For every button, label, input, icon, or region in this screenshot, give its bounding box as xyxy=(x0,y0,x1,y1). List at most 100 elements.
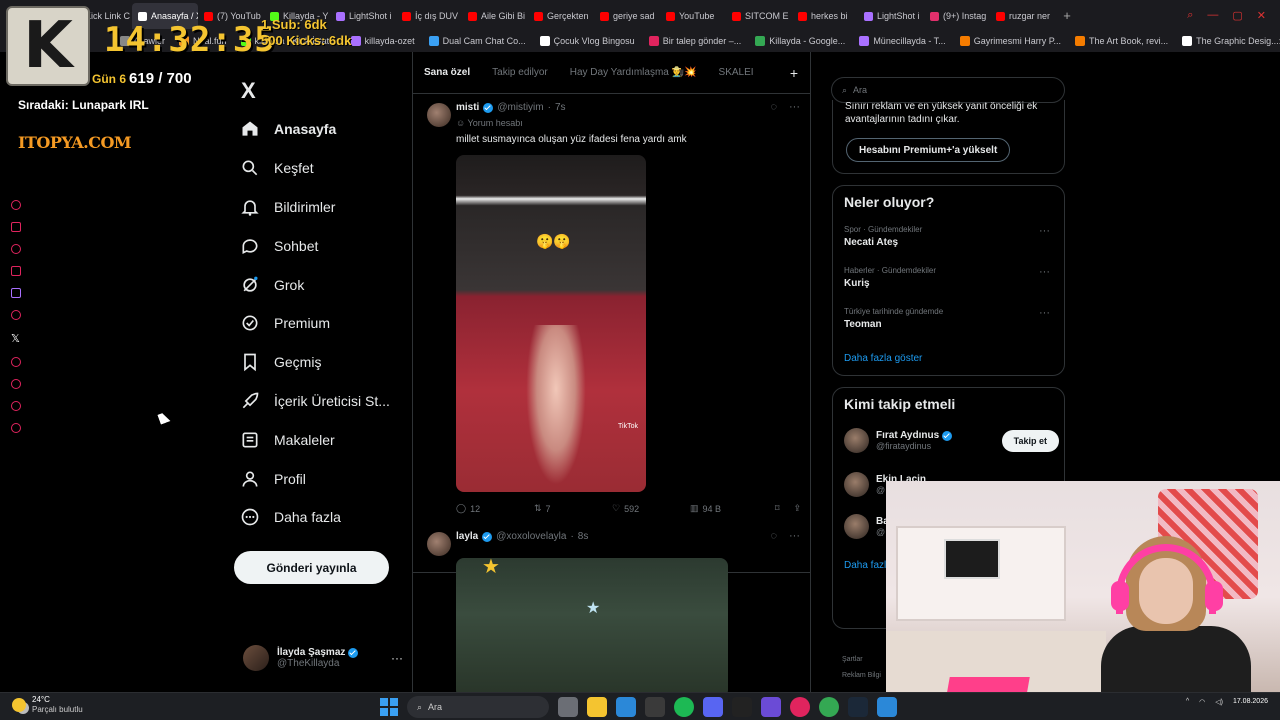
task-view-icon[interactable] xyxy=(558,697,578,717)
sidebar-history-icon[interactable] xyxy=(11,200,21,210)
trend-item[interactable]: Haberler · Gündemdekiler Kuriş ··· xyxy=(844,266,1056,289)
bookmark-icon[interactable]: ⌑ xyxy=(775,503,780,514)
sidebar-clock-icon[interactable] xyxy=(11,379,21,389)
close-icon[interactable]: ✕ xyxy=(1257,9,1266,22)
nav-item-1[interactable]: Anasayfa xyxy=(240,110,410,149)
bookmark-item[interactable]: Dual Cam Chat Co... xyxy=(428,36,526,46)
tab-hayday[interactable]: Hay Day Yardımlaşma 👨‍🌾💥 xyxy=(559,67,708,78)
discord-icon[interactable] xyxy=(703,697,723,717)
show-more-link[interactable]: Daha fazl xyxy=(844,560,886,571)
bookmark-item[interactable]: Münecillayda - T... xyxy=(859,36,946,46)
post-button[interactable]: Gönderi yayınla xyxy=(234,551,389,584)
ad-info-link[interactable]: Reklam Bilgi xyxy=(842,668,881,684)
browser-tab[interactable]: Gerçekten xyxy=(528,3,594,29)
bookmark-item[interactable]: The Art Book, revi... xyxy=(1075,36,1168,46)
browser-tab[interactable]: Aile Gibi Bi xyxy=(462,3,528,29)
views-button[interactable]: ▥ 94 B xyxy=(690,503,760,514)
bookmark-item[interactable]: Killayda - Google... xyxy=(755,36,845,46)
spotify-icon[interactable] xyxy=(674,697,694,717)
nav-item-7[interactable]: Geçmiş xyxy=(240,343,410,382)
volume-icon[interactable]: ◁) xyxy=(1215,698,1223,706)
like-button[interactable]: ♡ 592 xyxy=(612,503,690,514)
tweet[interactable]: misti @mistiyim · 7s ◌ ··· ☺ Yorum hesab… xyxy=(413,99,810,573)
avatar[interactable] xyxy=(427,532,451,556)
tweet-author-name[interactable]: misti xyxy=(456,102,479,113)
nav-item-11[interactable]: Daha fazla xyxy=(240,498,410,537)
tweet-video[interactable]: 🤫🤫 TikTok xyxy=(456,155,646,492)
nav-item-8[interactable]: İçerik Üreticisi St... xyxy=(240,382,410,421)
bookmark-item[interactable]: Bir talep gönder –... xyxy=(648,36,741,46)
browser-tab[interactable]: YouTube xyxy=(660,3,726,29)
more-icon[interactable]: ··· xyxy=(789,530,800,542)
search-icon[interactable]: ⌕ xyxy=(1187,9,1193,22)
tweet-time[interactable]: 7s xyxy=(555,102,566,113)
browser-tab[interactable]: LightShot i xyxy=(858,3,924,29)
sidebar-percent-icon[interactable] xyxy=(11,310,21,320)
share-icon[interactable]: ⇪ xyxy=(793,503,801,514)
wifi-icon[interactable]: ◠ xyxy=(1199,698,1205,706)
trend-item[interactable]: Spor · Gündemdekiler Necati Ateş ··· xyxy=(844,225,1056,248)
account-switcher[interactable]: İlayda Şaşmaz @TheKillayda ··· xyxy=(243,645,403,671)
browser-tab[interactable]: herkes bi xyxy=(792,3,858,29)
weather-widget[interactable]: 24°C Parçalı bulutlu xyxy=(12,695,83,715)
opera-gx-icon[interactable] xyxy=(790,697,810,717)
app-icon[interactable] xyxy=(732,697,752,717)
new-tab-button[interactable]: + xyxy=(1056,8,1078,23)
sidebar-bag-icon[interactable] xyxy=(11,222,21,232)
chatgpt-icon[interactable] xyxy=(645,697,665,717)
tweet-author-name[interactable]: layla xyxy=(456,531,478,542)
notepad-icon[interactable] xyxy=(877,697,897,717)
file-explorer-icon[interactable] xyxy=(587,697,607,717)
minimize-icon[interactable]: — xyxy=(1207,9,1218,22)
x-logo-icon[interactable]: X xyxy=(241,78,256,104)
tweet-time[interactable]: 8s xyxy=(578,531,589,542)
browser-tab[interactable]: ruzgar ner xyxy=(990,3,1056,29)
browser-tab[interactable]: geriye sad xyxy=(594,3,660,29)
more-icon[interactable]: ··· xyxy=(1039,307,1050,319)
taskbar-search[interactable]: ⌕ Ara xyxy=(407,696,549,718)
bookmark-item[interactable]: killayda-ozet xyxy=(350,36,415,46)
mail-icon[interactable] xyxy=(616,697,636,717)
reply-button[interactable]: ◯ 12 xyxy=(456,503,534,514)
upgrade-premium-button[interactable]: Hesabını Premium+'a yükselt xyxy=(846,138,1011,162)
trend-item[interactable]: Türkiye tarihinde gündemde Teoman ··· xyxy=(844,307,1056,330)
nav-item-10[interactable]: Profil xyxy=(240,459,410,498)
show-more-link[interactable]: Daha fazla göster xyxy=(844,353,922,364)
nav-item-5[interactable]: Grok xyxy=(240,265,410,304)
tab-for-you[interactable]: Sana özel xyxy=(413,67,481,78)
browser-tab[interactable]: İç dış DUV xyxy=(396,3,462,29)
follow-suggestion[interactable]: Fırat Aydınus @firataydinus Takip et xyxy=(844,428,1059,453)
bookmark-item[interactable]: The Graphic Desig... xyxy=(1182,36,1279,46)
nav-item-6[interactable]: Premium xyxy=(240,304,410,343)
sidebar-player-icon[interactable] xyxy=(11,357,21,367)
repost-button[interactable]: ⇅ 7 xyxy=(534,503,612,514)
tweet-author-handle[interactable]: @xoxolovelayla xyxy=(496,531,566,542)
sidebar-x-icon[interactable]: 𝕏 xyxy=(11,332,32,345)
sidebar-cube-icon[interactable] xyxy=(11,401,21,411)
tweet-image[interactable]: ★ ★ xyxy=(456,558,728,692)
nav-item-9[interactable]: Makaleler xyxy=(240,420,410,459)
browser-tab[interactable]: (9+) Instag xyxy=(924,3,990,29)
browser-tab[interactable]: SITCOM E xyxy=(726,3,792,29)
nav-item-2[interactable]: Keşfet xyxy=(240,149,410,188)
more-icon[interactable]: ··· xyxy=(1039,266,1050,278)
grok-icon[interactable]: ◌ xyxy=(770,530,777,542)
more-icon[interactable]: ··· xyxy=(789,101,800,113)
sidebar-app-icon[interactable] xyxy=(11,266,21,276)
bookmark-item[interactable]: Çocuk Vlog Bingosu xyxy=(539,36,635,46)
tweet-author-handle[interactable]: @mistiyim xyxy=(497,102,543,113)
more-icon[interactable]: ··· xyxy=(1039,225,1050,237)
add-tab-icon[interactable]: + xyxy=(790,65,798,81)
tab-skalei[interactable]: SKALEI xyxy=(708,67,765,78)
clock-date[interactable]: 17.08.2026 xyxy=(1233,697,1268,706)
chrome-icon[interactable] xyxy=(819,697,839,717)
nav-item-3[interactable]: Bildirimler xyxy=(240,188,410,227)
tray-chevron-icon[interactable]: ^ xyxy=(1186,698,1189,705)
nav-item-4[interactable]: Sohbet xyxy=(240,226,410,265)
sidebar-twitch-icon[interactable] xyxy=(11,288,21,298)
avatar[interactable] xyxy=(427,103,451,127)
steam-icon[interactable] xyxy=(848,697,868,717)
follow-button[interactable]: Takip et xyxy=(1001,429,1059,452)
tab-following[interactable]: Takip edilyor xyxy=(481,67,559,78)
maximize-icon[interactable]: ▢ xyxy=(1232,9,1242,22)
